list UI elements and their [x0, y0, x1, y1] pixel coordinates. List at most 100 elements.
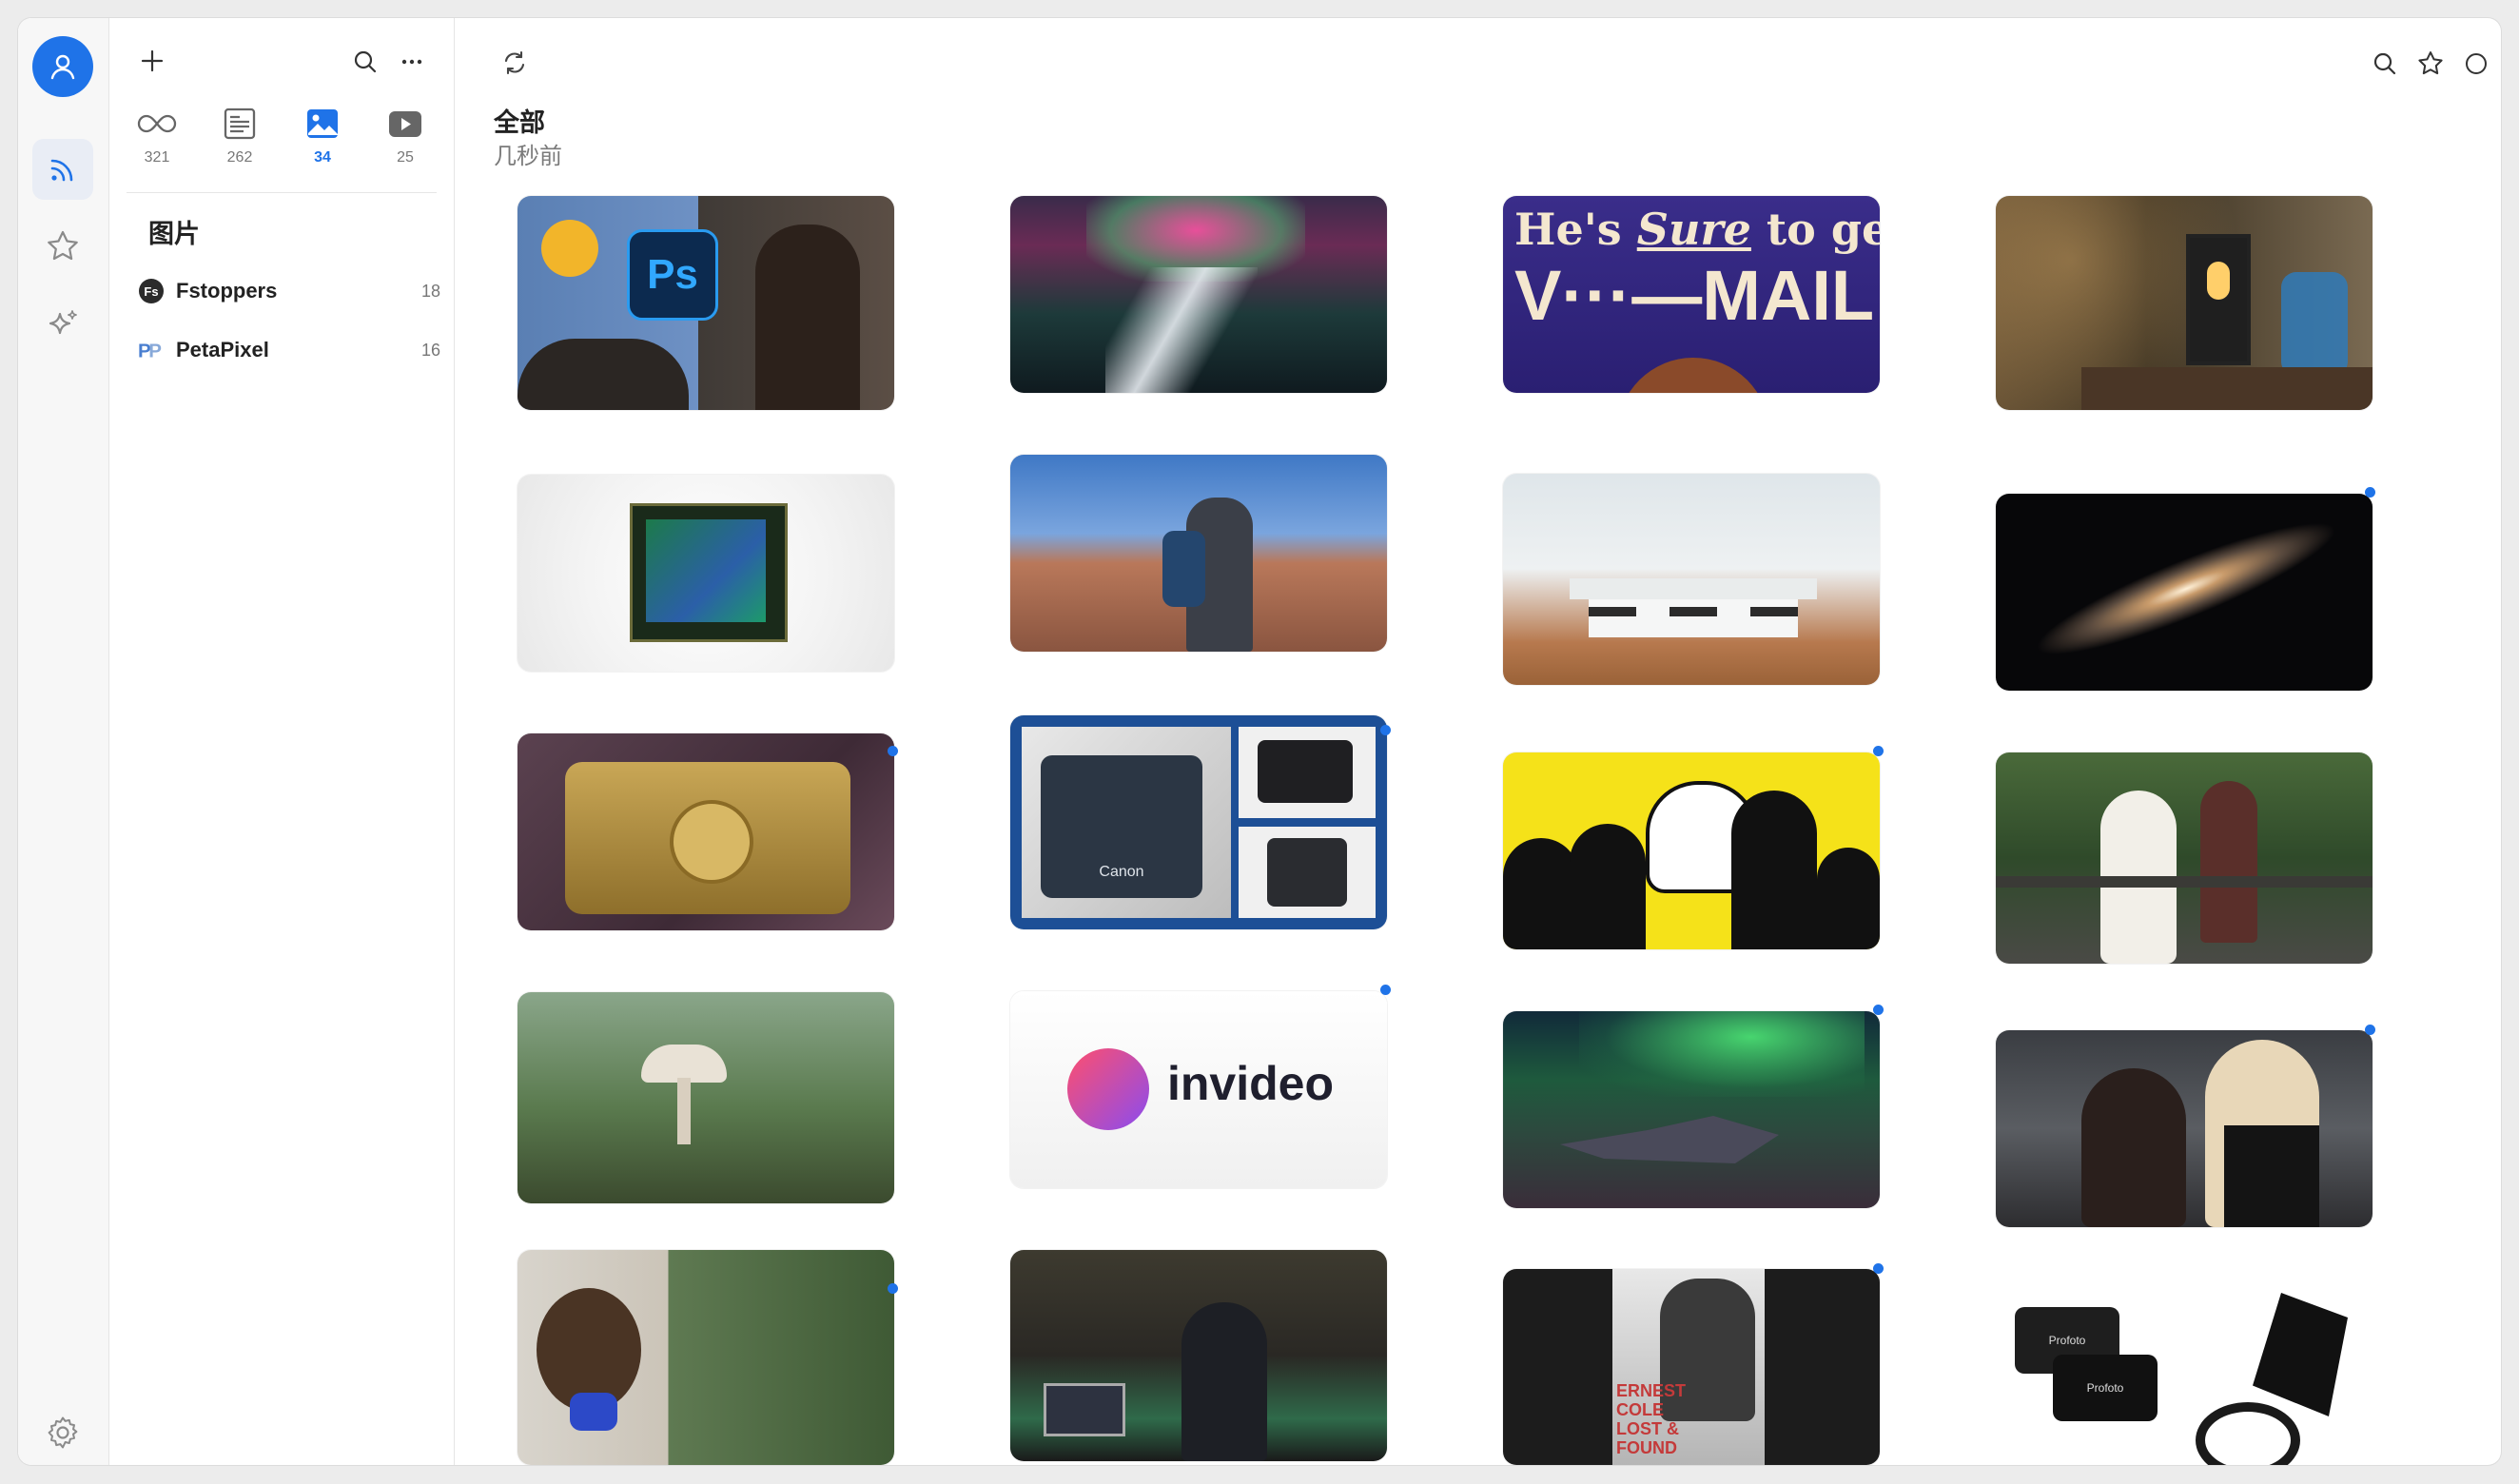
feed-sidebar: 321 262 34 25 图片 Fs Fstoppers 18 P P Pet… [109, 18, 455, 1465]
divider [127, 192, 437, 193]
settings-button[interactable] [32, 1402, 93, 1463]
refresh-button[interactable] [496, 44, 534, 82]
invideo-wordmark: invideo [1167, 1057, 1335, 1110]
image-card[interactable] [517, 733, 894, 930]
image-icon [307, 109, 338, 138]
page-title: 全部 [494, 108, 545, 137]
poster-vmail: V···—MAIL [1514, 256, 1875, 335]
book-cover: ERNEST COLE LOST & FOUND [1612, 1269, 1765, 1465]
table [2081, 367, 2373, 410]
main-content: 全部 几秒前 Ps Canon invideo He's Sure to ge … [455, 18, 2501, 1465]
book-title: ERNEST COLE LOST & FOUND [1616, 1381, 1687, 1457]
more-icon [401, 59, 422, 65]
rail-feeds-button[interactable] [32, 139, 93, 200]
image-card[interactable] [517, 475, 894, 672]
charger-small-photo [1239, 827, 1376, 918]
filter-images[interactable]: 34 [284, 104, 361, 166]
stool [1589, 607, 1636, 683]
image-card[interactable]: ERNEST COLE LOST & FOUND [1503, 1269, 1880, 1465]
image-card[interactable] [1996, 1030, 2373, 1227]
rail-ai-button[interactable] [32, 296, 93, 357]
image-card[interactable]: invideo [1010, 991, 1387, 1188]
person-silhouette [517, 339, 689, 410]
unread-dot [1380, 725, 1391, 735]
search-button[interactable] [2366, 45, 2404, 83]
image-card[interactable]: Profoto Profoto [1996, 1269, 2373, 1465]
filter-articles[interactable]: 262 [202, 104, 278, 166]
filter-all[interactable]: 321 [119, 104, 195, 166]
image-card[interactable] [517, 1250, 894, 1465]
add-button[interactable] [135, 44, 169, 78]
mark-read-button[interactable] [2457, 45, 2495, 83]
user-icon [50, 54, 75, 80]
rss-icon [50, 159, 73, 182]
image-card[interactable] [517, 992, 894, 1203]
image-card[interactable] [1503, 474, 1880, 685]
stool [1670, 607, 1717, 683]
softbox [2253, 1293, 2348, 1416]
groom [2200, 781, 2257, 943]
feed-count: 16 [420, 340, 440, 360]
image-card[interactable] [1996, 752, 2373, 964]
battery-photo [1239, 727, 1376, 818]
infinity-icon [137, 114, 177, 133]
filter-images-count: 34 [314, 149, 331, 166]
svg-text:Fs: Fs [144, 284, 158, 299]
more-button[interactable] [395, 45, 429, 79]
svg-text:P: P [148, 340, 162, 361]
sidebar-search-button[interactable] [348, 45, 382, 79]
star-icon [2418, 51, 2443, 75]
feed-name: PetaPixel [176, 338, 269, 361]
sparkles-icon [49, 310, 77, 335]
aurora [1579, 1011, 1865, 1097]
woman-left [2081, 1068, 2186, 1227]
star-icon [48, 230, 78, 261]
circle-icon [2466, 53, 2487, 74]
bridge-rail [1996, 876, 2373, 888]
image-card[interactable] [1010, 1250, 1387, 1461]
silhouette [1570, 824, 1646, 949]
black-shirt [2224, 1125, 2319, 1227]
filter-videos-count: 25 [397, 149, 414, 166]
silhouette [1731, 791, 1817, 949]
image-card[interactable] [1503, 1011, 1880, 1208]
image-card[interactable] [1503, 752, 1880, 949]
image-card[interactable]: He's Sure to get V···—MAIL [1503, 196, 1880, 393]
image-card[interactable] [1996, 196, 2373, 410]
section-title: 图片 [148, 220, 200, 248]
image-card[interactable]: Ps [517, 196, 894, 410]
feed-name: Fstoppers [176, 279, 278, 303]
blue-bottle [2281, 272, 2348, 377]
search-icon [2373, 52, 2396, 75]
poster-headline: He's Sure to get [1514, 204, 1880, 255]
image-card[interactable] [1996, 494, 2373, 691]
image-card[interactable] [1010, 196, 1387, 393]
strobe-light: Profoto [2053, 1355, 2158, 1421]
content-type-filters: 321 262 34 25 [109, 104, 454, 189]
search-icon [354, 50, 377, 73]
avatar[interactable] [32, 36, 93, 97]
camera-lens [670, 800, 753, 884]
feed-item-petapixel[interactable]: PP PetaPixel 16 [138, 329, 440, 371]
filter-videos[interactable]: 25 [367, 104, 443, 166]
feed-item-fstoppers[interactable]: Fs Fstoppers 18 [138, 270, 440, 312]
unread-dot [1873, 1263, 1884, 1274]
presenter [1181, 1302, 1267, 1461]
unread-dot [2365, 1025, 2375, 1035]
invideo-logo-icon [1067, 1048, 1149, 1130]
video-icon [389, 111, 421, 137]
app-window: 321 262 34 25 图片 Fs Fstoppers 18 P P Pet… [18, 18, 2501, 1465]
emoji-icon [541, 220, 598, 277]
silhouette [1503, 838, 1579, 949]
sensor-chip [630, 503, 788, 642]
petapixel-logo-icon: PP [138, 337, 165, 363]
article-icon [224, 107, 256, 140]
star-button[interactable] [2412, 45, 2450, 83]
fstoppers-logo-icon: Fs [138, 278, 165, 304]
image-card[interactable] [1010, 455, 1387, 652]
photoshop-logo: Ps [627, 229, 718, 321]
laptop [1044, 1383, 1125, 1436]
rail-starred-button[interactable] [32, 216, 93, 277]
image-card[interactable]: Canon [1010, 715, 1387, 929]
countertop [1570, 578, 1817, 599]
